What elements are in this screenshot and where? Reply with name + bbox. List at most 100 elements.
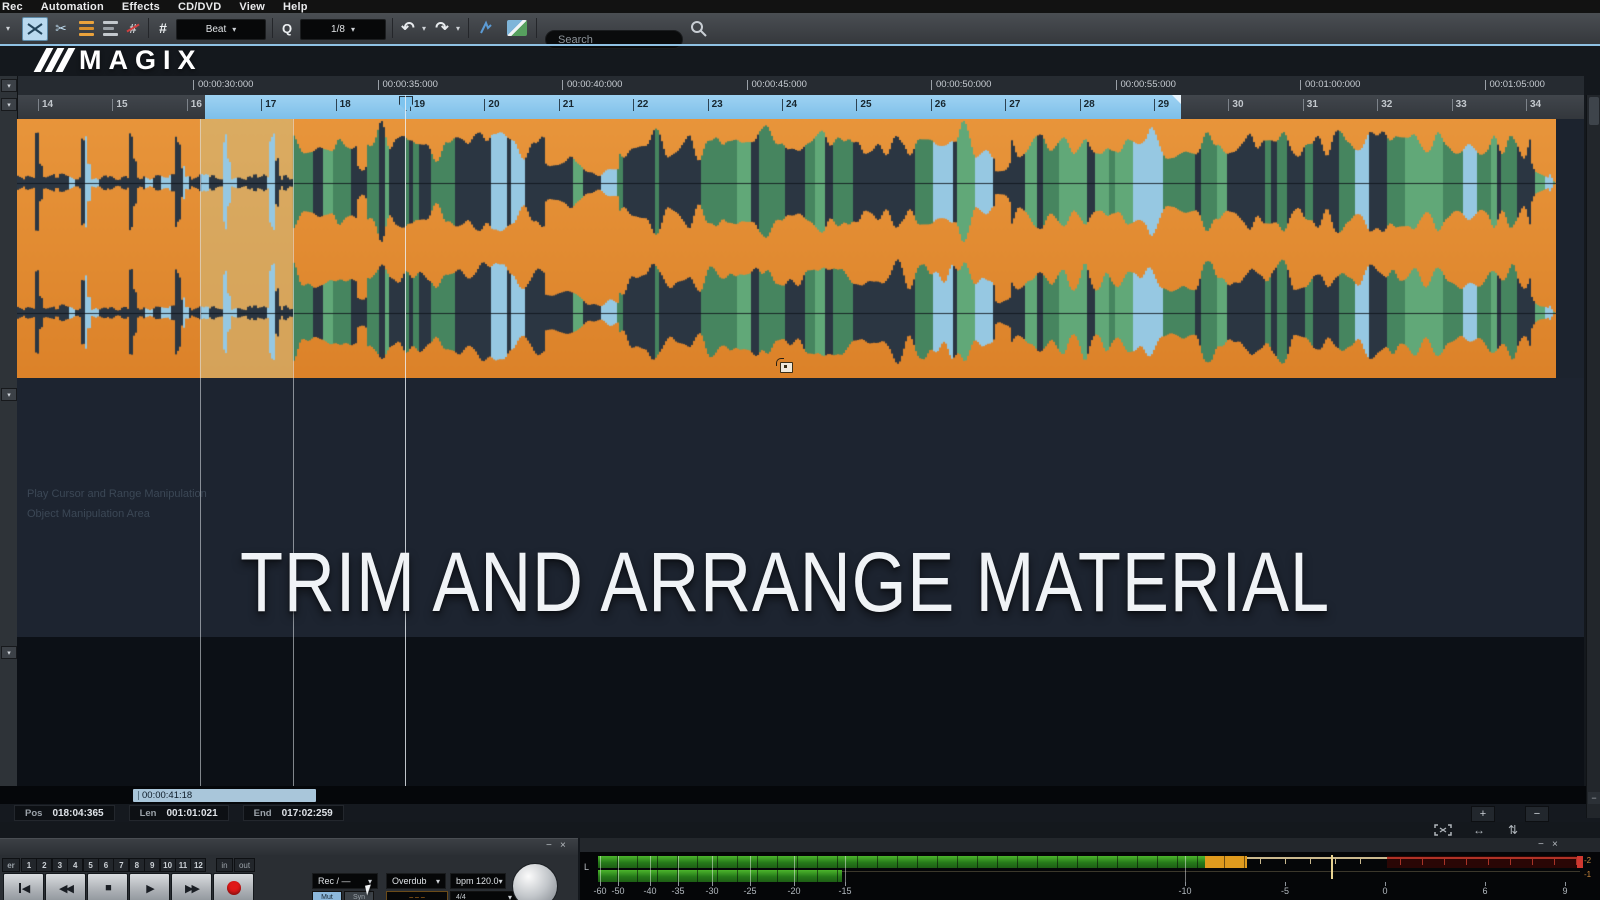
undo-history-caret-icon[interactable]: ▾ — [419, 17, 429, 39]
h-zoom-button[interactable]: ↔ — [1466, 823, 1492, 837]
audio-object-waveform[interactable] — [17, 119, 1556, 378]
quantize-button[interactable]: Q — [278, 17, 296, 39]
play-icon: ▶ — [146, 882, 152, 895]
quantize-value-combo[interactable]: 1/8 ▾ — [300, 19, 386, 40]
arrange-background[interactable] — [1556, 119, 1584, 378]
track-arm-button-5[interactable]: 5 — [83, 858, 99, 872]
object-list-button[interactable] — [76, 17, 96, 39]
track-arm-button-8[interactable]: 8 — [129, 858, 145, 872]
play-button[interactable]: ▶ — [129, 873, 170, 900]
mute-button[interactable]: Mut — [312, 891, 342, 900]
track-arm-button-10[interactable]: 10 — [160, 858, 176, 872]
grid-button[interactable]: # — [154, 17, 172, 39]
menu-cddvd[interactable]: CD/DVD — [178, 1, 221, 13]
rewind-button[interactable]: ◀◀ — [45, 873, 86, 900]
scroll-thumb[interactable]: 00:00:41:18 — [133, 789, 316, 802]
cut-tool-button[interactable]: ✂ — [50, 17, 72, 39]
object-editor-button[interactable] — [504, 17, 530, 39]
track-arm-button-12[interactable]: 12 — [190, 858, 206, 872]
punch-out-button[interactable]: out — [234, 858, 255, 872]
grid-off-button[interactable]: # — [122, 17, 144, 39]
playhead-line[interactable] — [405, 95, 406, 818]
len-readout: Len 001:01:021 — [129, 805, 229, 821]
punch-in-button[interactable]: in — [216, 858, 233, 872]
stop-button[interactable]: ■ — [87, 873, 128, 900]
track-collapse-button[interactable]: ▾ — [1, 388, 17, 401]
close-icon[interactable]: × — [560, 841, 566, 851]
redo-button[interactable]: ↷ — [432, 17, 452, 39]
ruler-options-button[interactable]: ▾ — [1, 79, 17, 92]
meter-titlebar[interactable]: − × — [580, 838, 1600, 852]
menu-rec[interactable]: Rec — [2, 1, 23, 13]
pos-value: 018:04:365 — [52, 808, 103, 819]
object-edge-line[interactable] — [293, 119, 294, 786]
minimize-icon[interactable]: − — [546, 841, 552, 851]
transport-titlebar[interactable]: − × — [0, 839, 578, 855]
overdub-value: Overdub — [392, 876, 427, 886]
forward-button[interactable]: ▶▶ — [171, 873, 212, 900]
fit-view-button[interactable] — [1428, 823, 1458, 837]
snap-mode-combo[interactable]: Beat ▾ — [176, 19, 266, 40]
meter-bar-right — [598, 870, 842, 882]
range-selection[interactable] — [205, 95, 1181, 119]
vscroll-thumb[interactable] — [1589, 97, 1599, 125]
timecode-ruler[interactable]: 00:00:30:00000:00:35:00000:00:40:00000:0… — [17, 76, 1584, 96]
search-icon — [690, 20, 707, 37]
redo-history-caret-icon[interactable]: ▾ — [453, 17, 463, 39]
menu-effects[interactable]: Effects — [122, 1, 160, 13]
object-edge-line[interactable] — [200, 119, 201, 786]
track-arm-button-1[interactable]: 1 — [21, 858, 37, 872]
track-arm-button-3[interactable]: 3 — [52, 858, 68, 872]
menu-automation[interactable]: Automation — [41, 1, 104, 13]
magix-slashes-icon — [40, 48, 69, 72]
horizontal-scrollbar[interactable]: 00:00:41:18 — [0, 786, 1600, 804]
track-arm-button-4[interactable]: 4 — [67, 858, 83, 872]
draw-tool-button[interactable] — [474, 17, 498, 39]
transport-window: − × er 123456789101112 in out ◀ ◀◀ ■ ▶ ▶… — [0, 838, 578, 900]
search-button[interactable] — [688, 17, 708, 39]
marker-button-partial[interactable]: er — [2, 858, 20, 872]
track-arm-button-7[interactable]: 7 — [113, 858, 129, 872]
bar-number: 32 — [1377, 99, 1392, 111]
v-arrows-icon: ⇅ — [1508, 823, 1518, 837]
search-input[interactable] — [545, 30, 683, 49]
peak-value-left: -2 — [1584, 856, 1591, 865]
vzoom-out-button[interactable]: − — [1588, 792, 1600, 804]
panel-collapse-button[interactable]: ▾ — [1, 646, 17, 659]
zoom-in-button[interactable]: + — [1471, 806, 1495, 822]
record-button[interactable] — [213, 873, 254, 900]
tempo-knob[interactable] — [512, 863, 558, 900]
peak-meter-window: − × L -60-50-40-35-30-25-20-15-10-5069 -… — [580, 838, 1600, 900]
track-arm-button-6[interactable]: 6 — [98, 858, 114, 872]
vertical-scrollbar[interactable]: − — [1586, 95, 1600, 818]
meter-bar-orange-segment — [1205, 856, 1247, 868]
minimize-icon[interactable]: − — [1538, 840, 1544, 850]
track-arm-button-11[interactable]: 11 — [175, 858, 191, 872]
close-icon[interactable]: × — [1552, 840, 1558, 850]
v-zoom-button[interactable]: ⇅ — [1500, 823, 1526, 837]
menu-view[interactable]: View — [239, 1, 265, 13]
magix-logo-text: MAGIX — [79, 45, 203, 76]
track-arm-button-9[interactable]: 9 — [144, 858, 160, 872]
tick-icon — [747, 80, 748, 90]
tick-icon — [1300, 80, 1301, 90]
bpm-combo[interactable]: bpm 120.0 ▾ — [450, 873, 506, 889]
menu-help[interactable]: Help — [283, 1, 308, 13]
tick-icon — [1485, 80, 1486, 90]
track-list-button[interactable] — [100, 17, 120, 39]
overdub-combo[interactable]: Overdub ▾ — [386, 873, 446, 889]
bar-ruler[interactable]: 1415161718192021222324252627282930313233… — [17, 95, 1584, 120]
timecode-label: 00:00:35:000 — [378, 79, 438, 90]
track-arm-button-2[interactable]: 2 — [36, 858, 52, 872]
time-signature-combo[interactable]: 4/4▾ — [450, 891, 518, 900]
zoom-out-button[interactable]: − — [1525, 806, 1549, 822]
goto-start-button[interactable]: ◀ — [3, 873, 44, 900]
crossfade-mode-button[interactable] — [22, 17, 48, 41]
bar-number: 27 — [1005, 99, 1020, 111]
toolbar-overflow-caret-icon[interactable]: ▾ — [2, 17, 14, 39]
bar-ruler-options-button[interactable]: ▾ — [1, 98, 17, 111]
arrange-lower-area[interactable] — [17, 637, 1584, 786]
undo-button[interactable]: ↶ — [398, 17, 418, 39]
draw-tool-icon — [478, 20, 494, 36]
meter-scale-label: -10 — [1178, 886, 1191, 896]
